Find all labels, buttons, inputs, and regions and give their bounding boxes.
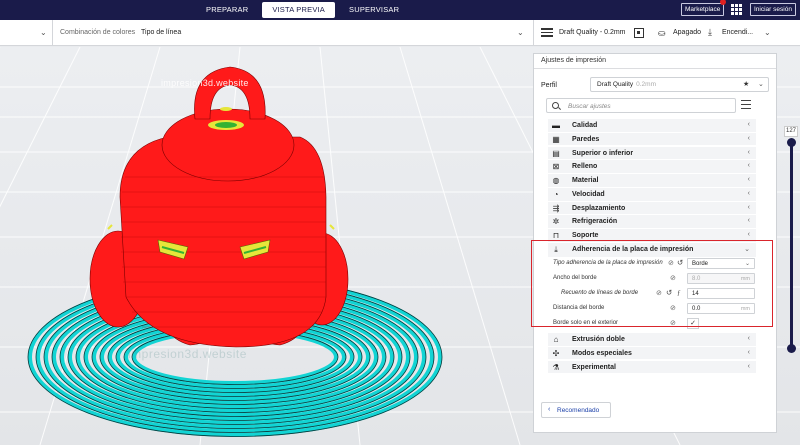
category-label: Paredes [572,135,600,143]
chevron-left-icon: ‹ [747,231,750,239]
chevron-left-icon: ‹ [747,121,750,128]
login-button[interactable]: Iniciar sesión [750,3,796,16]
infill-icon: ⊠ [552,162,560,172]
category-label: Relleno [572,163,598,171]
experimental-icon: ⚗ [552,362,560,372]
category-label: Modos especiales [572,349,632,357]
tab-vista-previa[interactable]: VISTA PREVIA [262,2,336,18]
chevron-left-icon: ‹ [747,348,750,356]
category-label: Experimental [572,363,616,371]
print-settings-icon[interactable] [541,28,553,38]
cooling-icon: ✲ [552,217,560,227]
category-label: Refrigeración [572,218,618,226]
top-bottom-icon: ▤ [552,148,560,158]
travel-icon: ⇶ [552,203,560,213]
stage-tabs: PREPARAR VISTA PREVIA SUPERVISAR [196,2,409,18]
chevron-left-icon: ‹ [747,335,750,342]
marketplace-button[interactable]: Marketplace [681,3,725,16]
profile-value: Draft Quality [597,81,634,88]
adhesion-state[interactable]: Apagado [673,29,701,36]
chevron-left-icon: ‹ [747,134,750,142]
menu-icon[interactable] [741,100,751,110]
divider [533,20,534,46]
profile-layer-height: 0.2mm [636,81,656,88]
view-toolbar: ⌄ Combinación de colores Tipo de línea ⌄… [0,20,800,46]
chevron-down-icon[interactable]: ⌄ [764,28,771,37]
category-top-bottom[interactable]: ▤ Superior o inferior ‹ [548,146,756,161]
layer-slider-top-handle[interactable] [787,138,796,147]
color-scheme-label: Combinación de colores [60,29,136,36]
layer-slider-bottom-handle[interactable] [787,344,796,353]
category-label: Soporte [572,232,599,240]
category-label: Material [572,177,599,185]
speed-icon: ◔ [553,189,559,199]
recommended-label: Recomendado [557,407,600,414]
search-input[interactable] [568,100,728,112]
category-label: Desplazamiento [572,204,626,212]
watermark: impresion3d.website [161,78,249,88]
category-cooling[interactable]: ✲ Refrigeración ‹ [548,215,756,230]
chevron-down-icon[interactable]: ⌄ [758,80,764,88]
category-label: Extrusión doble [572,336,625,343]
chevron-left-icon: ‹ [747,189,750,197]
color-scheme-value[interactable]: Tipo de línea [141,29,181,36]
star-icon[interactable]: ★ [743,80,749,88]
special-modes-icon: ✣ [552,348,560,358]
chevron-left-icon: ‹ [747,217,750,225]
chevron-left-icon: ‹ [747,162,750,170]
chevron-left-icon: ‹ [747,176,750,184]
material-icon: ◍ [552,176,560,186]
chevron-left-icon: ‹ [747,148,750,156]
divider [52,20,53,46]
settings-categories: ⌂ Extrusión doble ‹ ✣ Modos especiales ‹ ⚗ Expe… [548,333,756,375]
category-experimental[interactable]: ⚗ Experimental ‹ [548,360,756,375]
color-scheme-chevron-icon[interactable]: ⌄ [517,28,524,37]
chevron-left-icon: ‹ [548,406,551,413]
watermark: impresion3d.website [128,347,247,361]
category-walls[interactable]: ▦ Paredes ‹ [548,132,756,147]
adhesion-toggle-text[interactable]: Encendi... [722,29,753,36]
category-speed[interactable]: ◔ Velocidad ‹ [548,187,756,202]
search-settings-box[interactable] [546,98,736,113]
category-material[interactable]: ◍ Material ‹ [548,174,756,188]
chevron-left-icon: ‹ [747,362,750,370]
profile-summary[interactable]: Draft Quality - 0.2mm [559,29,626,36]
highlight-box [531,240,773,327]
chevron-down-icon[interactable]: ⌄ [40,28,47,37]
category-special-modes[interactable]: ✣ Modos especiales ‹ [548,346,756,361]
support-icon[interactable] [634,28,644,38]
category-label: Velocidad [572,190,605,198]
notification-dot [720,0,726,5]
quality-icon: ▬ [552,121,560,130]
category-infill[interactable]: ⊠ Relleno ‹ [548,160,756,174]
adhesion-icon[interactable]: ⛀ [658,28,666,39]
profile-label: Perfil [541,82,557,89]
search-icon [552,102,559,109]
category-label: Superior o inferior [572,149,634,157]
recommended-button[interactable]: ‹ Recomendado [541,402,611,418]
category-quality[interactable]: ▬ Calidad ‹ [548,119,756,133]
chevron-left-icon: ‹ [747,203,750,211]
profile-select[interactable]: Draft Quality 0.2mm ★ ⌄ [590,77,769,92]
dual-extrusion-icon: ⌂ [553,335,559,344]
panel-title: Ajustes de impresión [541,57,606,64]
apps-grid-icon[interactable] [731,4,742,15]
layer-number-field[interactable]: 127 [784,126,798,137]
category-travel[interactable]: ⇶ Desplazamiento ‹ [548,201,756,216]
layer-slider-track[interactable] [790,140,793,350]
tab-preparar[interactable]: PREPARAR [196,2,258,18]
divider [534,68,776,69]
category-dual-extrusion[interactable]: ⌂ Extrusión doble ‹ [548,333,756,347]
walls-icon: ▦ [552,134,560,144]
top-bar: PREPARAR VISTA PREVIA SUPERVISAR Marketpla… [0,0,800,20]
category-label: Calidad [572,122,598,129]
tab-supervisar[interactable]: SUPERVISAR [339,2,409,18]
download-icon[interactable]: ⤓ [708,27,712,38]
settings-categories: ▬ Calidad ‹ ▦ Paredes ‹ ▤ Superior o inferior ‹ ⊠… [548,119,756,243]
